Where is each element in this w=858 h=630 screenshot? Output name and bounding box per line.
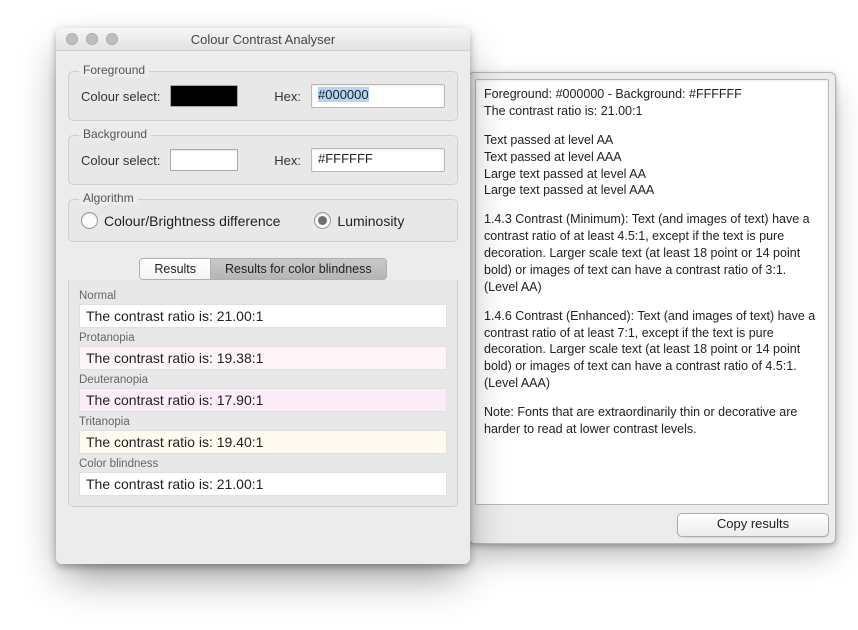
result-heading: Color blindness [79, 458, 447, 470]
report-header: Foreground: #000000 - Background: #FFFFF… [484, 86, 820, 103]
bg-hex-value: #FFFFFF [318, 151, 373, 166]
main-window: Colour Contrast Analyser Foreground Colo… [56, 28, 470, 564]
background-group: Background Colour select: Hex: #FFFFFF [68, 135, 458, 185]
radio-icon [314, 212, 331, 229]
bg-select-label: Colour select: [81, 153, 160, 168]
tab-results[interactable]: Results [140, 259, 211, 279]
radio-luminosity[interactable]: Luminosity [314, 212, 404, 229]
report-pass-aaa: Text passed at level AAA [484, 149, 820, 166]
results-panel: Foreground: #000000 - Background: #FFFFF… [475, 79, 829, 505]
result-heading: Protanopia [79, 332, 447, 344]
results-window: Foreground: #000000 - Background: #FFFFF… [468, 72, 836, 544]
results-list: Normal The contrast ratio is: 21.00:1 Pr… [68, 280, 458, 507]
radio-label: Colour/Brightness difference [104, 213, 280, 229]
background-group-label: Background [79, 127, 151, 141]
report-143: 1.4.3 Contrast (Minimum): Text (and imag… [484, 211, 820, 295]
report-large-aa: Large text passed at level AA [484, 166, 820, 183]
algorithm-group: Algorithm Colour/Brightness difference L… [68, 199, 458, 242]
bg-hex-label: Hex: [274, 153, 301, 168]
result-line: The contrast ratio is: 19.38:1 [79, 346, 447, 370]
radio-label: Luminosity [337, 213, 404, 229]
radio-colour-brightness[interactable]: Colour/Brightness difference [81, 212, 280, 229]
fg-hex-label: Hex: [274, 89, 301, 104]
report-146: 1.4.6 Contrast (Enhanced): Text (and ima… [484, 308, 820, 392]
results-tabs: Results Results for color blindness [68, 258, 458, 280]
bg-colour-swatch[interactable] [170, 149, 238, 171]
result-heading: Tritanopia [79, 416, 447, 428]
results-text: Foreground: #000000 - Background: #FFFFF… [476, 80, 828, 505]
zoom-icon[interactable] [106, 33, 118, 45]
report-note: Note: Fonts that are extraordinarily thi… [484, 404, 820, 438]
result-heading: Normal [79, 290, 447, 302]
fg-hex-input[interactable]: #000000 [311, 84, 445, 108]
foreground-group: Foreground Colour select: Hex: #000000 [68, 71, 458, 121]
copy-results-button[interactable]: Copy results [677, 513, 829, 537]
result-heading: Deuteranopia [79, 374, 447, 386]
report-pass-aa: Text passed at level AA [484, 132, 820, 149]
tab-results-colorblind[interactable]: Results for color blindness [211, 259, 386, 279]
algorithm-group-label: Algorithm [79, 191, 138, 205]
fg-select-label: Colour select: [81, 89, 160, 104]
results-footer: Copy results [469, 507, 835, 543]
report-ratio: The contrast ratio is: 21.00:1 [484, 103, 820, 120]
result-line: The contrast ratio is: 21.00:1 [79, 472, 447, 496]
bg-hex-input[interactable]: #FFFFFF [311, 148, 445, 172]
report-large-aaa: Large text passed at level AAA [484, 182, 820, 199]
close-icon[interactable] [66, 33, 78, 45]
titlebar: Colour Contrast Analyser [56, 28, 470, 51]
foreground-group-label: Foreground [79, 63, 149, 77]
fg-colour-swatch[interactable] [170, 85, 238, 107]
result-line: The contrast ratio is: 21.00:1 [79, 304, 447, 328]
radio-icon [81, 212, 98, 229]
result-line: The contrast ratio is: 19.40:1 [79, 430, 447, 454]
window-controls [56, 33, 118, 45]
window-title: Colour Contrast Analyser [56, 32, 470, 47]
result-line: The contrast ratio is: 17.90:1 [79, 388, 447, 412]
minimize-icon[interactable] [86, 33, 98, 45]
fg-hex-value: #000000 [318, 87, 369, 102]
